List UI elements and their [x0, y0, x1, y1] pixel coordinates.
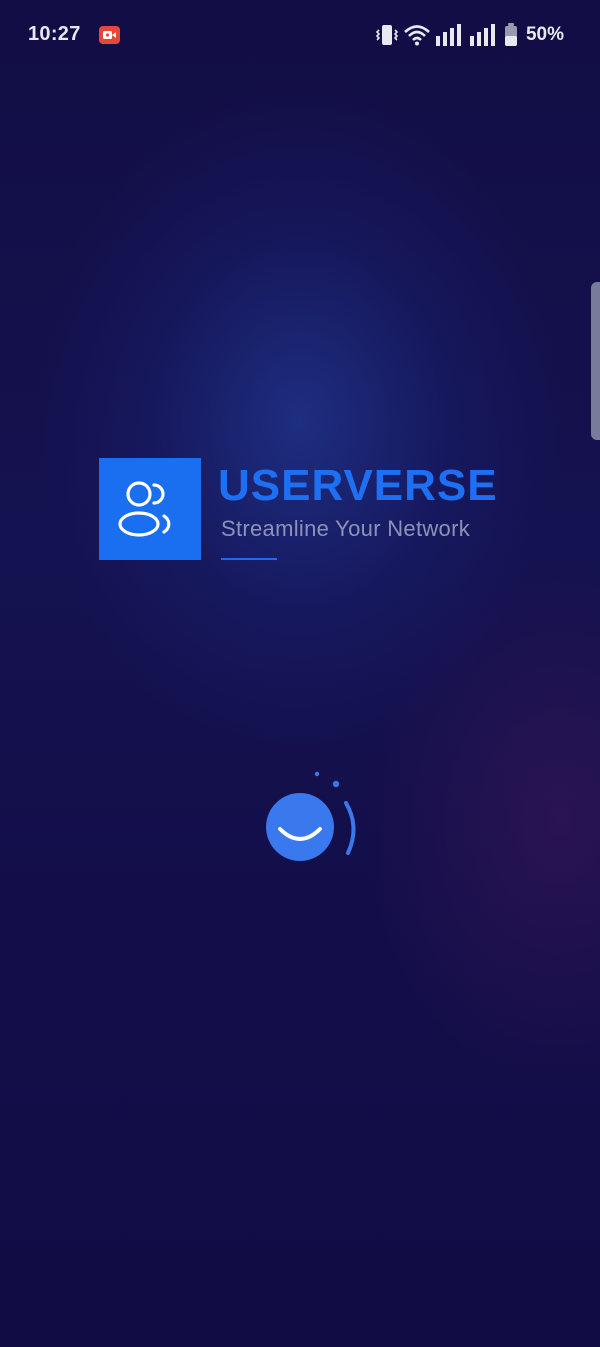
- splash-screen: 10:27 50% USERVERSE Streamline Your Netw…: [0, 0, 600, 1347]
- app-name: USERVERSE: [218, 461, 498, 510]
- app-logo: [99, 458, 201, 560]
- tagline-underline: [221, 558, 277, 560]
- status-time: 10:27: [28, 23, 81, 45]
- app-tagline: Streamline Your Network: [221, 516, 471, 541]
- wifi-icon: [404, 24, 430, 46]
- signal-icon: [435, 24, 464, 46]
- signal-icon: [469, 24, 498, 46]
- battery-percent: 50%: [525, 24, 564, 45]
- users-icon: [118, 481, 171, 537]
- status-icons: 50%: [375, 22, 564, 48]
- status-bar: 10:27 50%: [0, 0, 600, 72]
- vibrate-icon: [375, 23, 398, 47]
- edge-panel-handle[interactable]: [591, 282, 600, 440]
- smile-loader-icon: [258, 765, 368, 875]
- battery-icon: [504, 23, 518, 47]
- screen-record-icon: [99, 26, 120, 44]
